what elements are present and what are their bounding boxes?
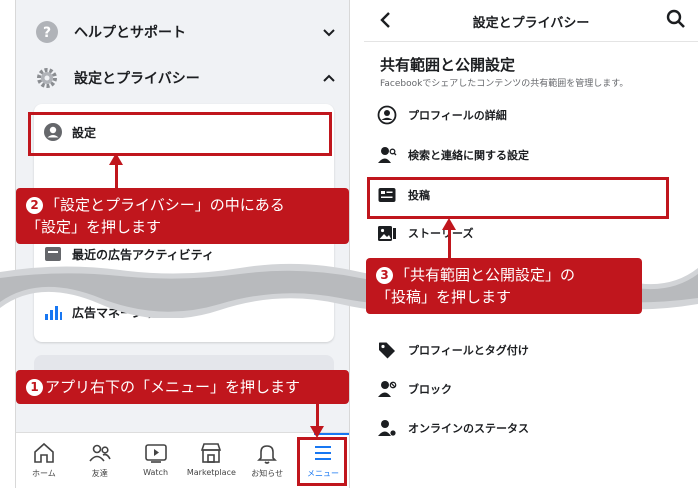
search-icon[interactable] (666, 9, 686, 29)
nav-watch[interactable]: Watch (128, 433, 184, 488)
nav-watch-label: Watch (143, 468, 169, 477)
left-screenshot: ? ヘルプとサポート 設定とプライバシー 設定 最近の広告アクティビティ 広告マ… (15, 0, 350, 488)
svg-text:?: ? (43, 25, 51, 41)
friends-icon (89, 444, 111, 462)
step-3-number: 3 (376, 267, 393, 284)
profile-icon (376, 104, 398, 126)
stories-label: ストーリーズ (408, 227, 474, 240)
help-support-label: ヘルプとサポート (74, 25, 186, 41)
step-2-number: 2 (26, 197, 43, 214)
profile-tagging-label: プロフィールとタグ付け (408, 344, 529, 357)
online-status-label: オンラインのステータス (408, 422, 529, 435)
online-status-item[interactable]: オンラインのステータス (376, 413, 686, 443)
nav-marketplace-label: Marketplace (186, 468, 236, 477)
settings-privacy-row[interactable]: 設定とプライバシー (26, 56, 341, 100)
menu-highlight (297, 437, 347, 486)
profile-details-item[interactable]: プロフィールの詳細 (376, 100, 686, 130)
arrow-2-head (109, 153, 123, 165)
nav-friends-label: 友達 (91, 469, 108, 478)
callout-3-line2: 「投稿」を押します (376, 288, 512, 306)
blocking-item[interactable]: ブロック (376, 374, 686, 404)
chevron-up-icon (323, 74, 335, 82)
chevron-down-icon (323, 29, 335, 37)
step-1-number: 1 (26, 379, 43, 396)
nav-notifications[interactable]: お知らせ (239, 433, 295, 488)
blocking-label: ブロック (408, 383, 452, 396)
nav-marketplace[interactable]: Marketplace (183, 433, 239, 488)
settings-header: 設定とプライバシー (364, 0, 698, 42)
settings-privacy-label: 設定とプライバシー (74, 71, 200, 87)
profile-details-label: プロフィールの詳細 (408, 109, 507, 122)
posts-highlight (367, 177, 669, 219)
question-icon: ? (34, 19, 60, 45)
help-support-row[interactable]: ? ヘルプとサポート (26, 10, 341, 54)
arrow-1-line (316, 404, 319, 428)
person-search-icon (376, 144, 398, 166)
watch-icon (144, 444, 167, 463)
callout-3-line1: 「共有範囲と公開設定」の (395, 266, 576, 284)
callout-step-3: 3 「共有範囲と公開設定」の 「投稿」を押します (366, 258, 642, 314)
settings-header-title: 設定とプライバシー (472, 16, 590, 31)
nav-notifications-label: お知らせ (251, 469, 284, 478)
tag-icon (376, 339, 398, 361)
arrow-3-head (442, 218, 456, 230)
block-icon (376, 378, 398, 400)
arrow-3-line (448, 228, 451, 262)
nav-home[interactable]: ホーム (16, 433, 72, 488)
section-description: Facebookでシェアしたコンテンツの共有範囲を管理します。 (380, 79, 629, 89)
profile-tagging-item[interactable]: プロフィールとタグ付け (376, 335, 686, 365)
settings-highlight (28, 112, 332, 156)
callout-step-1: 1 アプリ右下の「メニュー」を押します (16, 370, 349, 404)
callout-1-text: アプリ右下の「メニュー」を押します (45, 378, 301, 396)
bell-icon (257, 445, 278, 464)
stories-item[interactable]: ストーリーズ (376, 218, 686, 248)
nav-friends[interactable]: 友達 (72, 433, 128, 488)
right-screenshot: 設定とプライバシー 共有範囲と公開設定 Facebookでシェアしたコンテンツの… (364, 0, 698, 488)
home-icon (34, 442, 54, 463)
section-title: 共有範囲と公開設定 (380, 56, 516, 74)
arrow-2-line (115, 165, 118, 189)
gear-icon (34, 65, 60, 91)
nav-home-label: ホーム (32, 469, 56, 478)
marketplace-icon (201, 443, 222, 463)
callout-2-line1: 「設定とプライバシー」の中にある (45, 196, 285, 214)
callout-2-line2: 「設定」を押します (26, 218, 162, 236)
search-contact-item[interactable]: 検索と連絡に関する設定 (376, 140, 686, 170)
online-status-icon (376, 417, 398, 439)
search-contact-label: 検索と連絡に関する設定 (408, 149, 529, 162)
stories-icon (376, 222, 398, 244)
callout-step-2: 2 「設定とプライバシー」の中にある 「設定」を押します (16, 188, 349, 244)
